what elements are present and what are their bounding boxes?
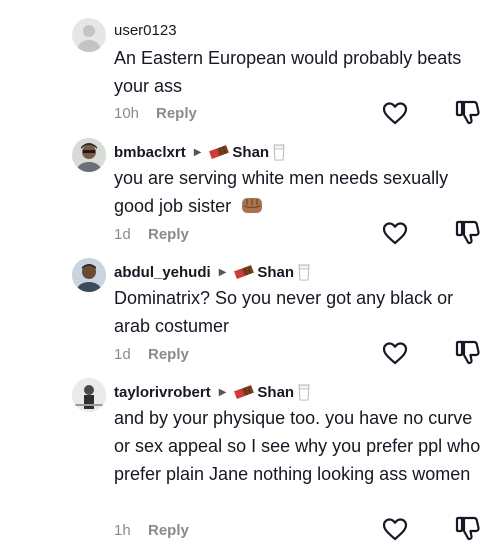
- comment-time: 10h: [114, 105, 140, 122]
- reply-arrow-icon: ▶: [193, 146, 202, 158]
- chocolate-icon: [209, 145, 230, 159]
- milk-icon: [273, 144, 285, 161]
- comment-text: and by your physique too. you have no cu…: [114, 408, 481, 484]
- comment-time: 1d: [114, 226, 131, 243]
- comment-username-row: taylorivrobert ▶ Shan: [114, 383, 311, 401]
- dislike-icon[interactable]: [455, 99, 481, 125]
- reply-button[interactable]: Reply: [156, 105, 197, 122]
- comment-time: 1h: [114, 522, 131, 539]
- avatar[interactable]: [72, 138, 106, 172]
- dislike-icon[interactable]: [455, 515, 481, 541]
- chocolate-icon: [234, 385, 255, 399]
- comment-username[interactable]: user0123: [114, 22, 177, 39]
- comment-text: An Eastern European would probably beats…: [114, 48, 462, 96]
- reply-to-tag[interactable]: Shan: [234, 383, 311, 401]
- comment-actions: 1d Reply: [114, 226, 189, 243]
- milk-icon: [298, 384, 310, 401]
- comment-username-row: bmbaclxrt ▶ Shan: [114, 143, 286, 161]
- fist-icon: [242, 198, 263, 213]
- comment-actions: 10h Reply: [114, 105, 197, 122]
- reply-button[interactable]: Reply: [148, 346, 189, 363]
- avatar[interactable]: [72, 378, 106, 412]
- heart-icon[interactable]: [382, 341, 408, 365]
- reply-button[interactable]: Reply: [148, 522, 189, 539]
- reply-to-tag[interactable]: Shan: [209, 143, 286, 161]
- dislike-icon[interactable]: [455, 339, 481, 365]
- reply-to-name[interactable]: Shan: [257, 384, 294, 401]
- heart-icon[interactable]: [382, 221, 408, 245]
- milk-icon: [298, 264, 310, 281]
- comment-text: Dominatrix? So you never got any black o…: [114, 288, 454, 336]
- avatar[interactable]: [72, 18, 106, 52]
- comment-time: 1d: [114, 346, 131, 363]
- comment-username[interactable]: bmbaclxrt: [114, 144, 186, 161]
- avatar[interactable]: [72, 258, 106, 292]
- reply-to-name[interactable]: Shan: [257, 264, 294, 281]
- reply-to-name[interactable]: Shan: [232, 144, 269, 161]
- heart-icon[interactable]: [382, 517, 408, 541]
- comment-actions: 1d Reply: [114, 346, 189, 363]
- reply-arrow-icon: ▶: [218, 386, 227, 398]
- chocolate-icon: [234, 265, 255, 279]
- comment-username[interactable]: taylorivrobert: [114, 384, 211, 401]
- comment-actions: 1h Reply: [114, 522, 189, 539]
- reply-arrow-icon: ▶: [218, 266, 227, 278]
- dislike-icon[interactable]: [455, 219, 481, 245]
- heart-icon[interactable]: [382, 101, 408, 125]
- comment-username-row: abdul_yehudi ▶ Shan: [114, 263, 311, 281]
- reply-button[interactable]: Reply: [148, 226, 189, 243]
- comment-text: you are serving white men needs sexually…: [114, 168, 449, 216]
- reply-to-tag[interactable]: Shan: [234, 263, 311, 281]
- comment-username[interactable]: abdul_yehudi: [114, 264, 211, 281]
